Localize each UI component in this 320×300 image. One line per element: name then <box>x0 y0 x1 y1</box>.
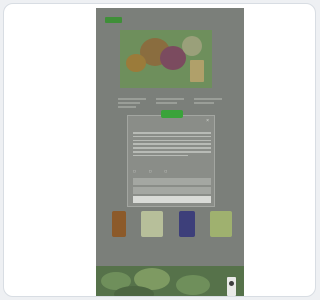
product-image <box>112 211 126 237</box>
certification-badge <box>227 277 236 296</box>
consent-toggles: ▢ ▢ ▢ <box>133 169 167 173</box>
save-selection-button[interactable] <box>133 187 211 194</box>
modal-body-text <box>133 132 211 158</box>
close-icon[interactable]: × <box>206 118 209 124</box>
feature-column <box>194 96 222 104</box>
toggle-checkbox[interactable]: ▢ <box>133 169 136 173</box>
feature-column <box>156 96 184 104</box>
text-line <box>194 98 222 100</box>
text-line <box>118 102 141 104</box>
text-line <box>133 154 188 157</box>
nav-links <box>146 17 191 22</box>
footer-foliage <box>176 275 210 295</box>
text-line <box>133 132 211 134</box>
hero-product-box <box>190 60 204 82</box>
text-line <box>194 102 214 104</box>
hero-fruit-shape <box>126 54 146 72</box>
website-preview: × ▢ ▢ ▢ <box>96 8 244 296</box>
hero-fruit-shape <box>182 36 202 56</box>
footer-foliage <box>114 286 154 296</box>
product-card[interactable] <box>210 211 232 240</box>
brand-logo <box>161 110 183 118</box>
toggle-checkbox[interactable]: ▢ <box>164 169 167 173</box>
text-line <box>156 102 177 104</box>
footer-banner <box>96 266 244 296</box>
text-line <box>133 135 211 138</box>
text-line <box>133 143 211 145</box>
brand-logo[interactable] <box>105 17 122 23</box>
product-row <box>106 211 236 261</box>
text-line <box>133 139 211 142</box>
text-line <box>133 147 211 149</box>
text-line <box>133 150 211 153</box>
product-card[interactable] <box>176 211 198 240</box>
cookie-consent-modal: × ▢ ▢ ▢ <box>127 110 215 207</box>
product-card[interactable] <box>141 211 163 240</box>
preview-card: × ▢ ▢ ▢ <box>3 3 316 297</box>
product-card[interactable] <box>108 211 130 240</box>
text-line <box>156 98 184 100</box>
product-image <box>141 211 163 237</box>
hero-banner[interactable] <box>120 30 212 88</box>
product-image <box>210 211 232 237</box>
top-navigation <box>96 14 244 26</box>
feature-column <box>118 96 146 108</box>
reject-button[interactable] <box>133 196 211 203</box>
accept-all-button[interactable] <box>133 178 211 185</box>
toggle-checkbox[interactable]: ▢ <box>149 169 152 173</box>
text-line <box>118 106 137 108</box>
product-image <box>179 211 195 237</box>
text-line <box>118 98 146 100</box>
